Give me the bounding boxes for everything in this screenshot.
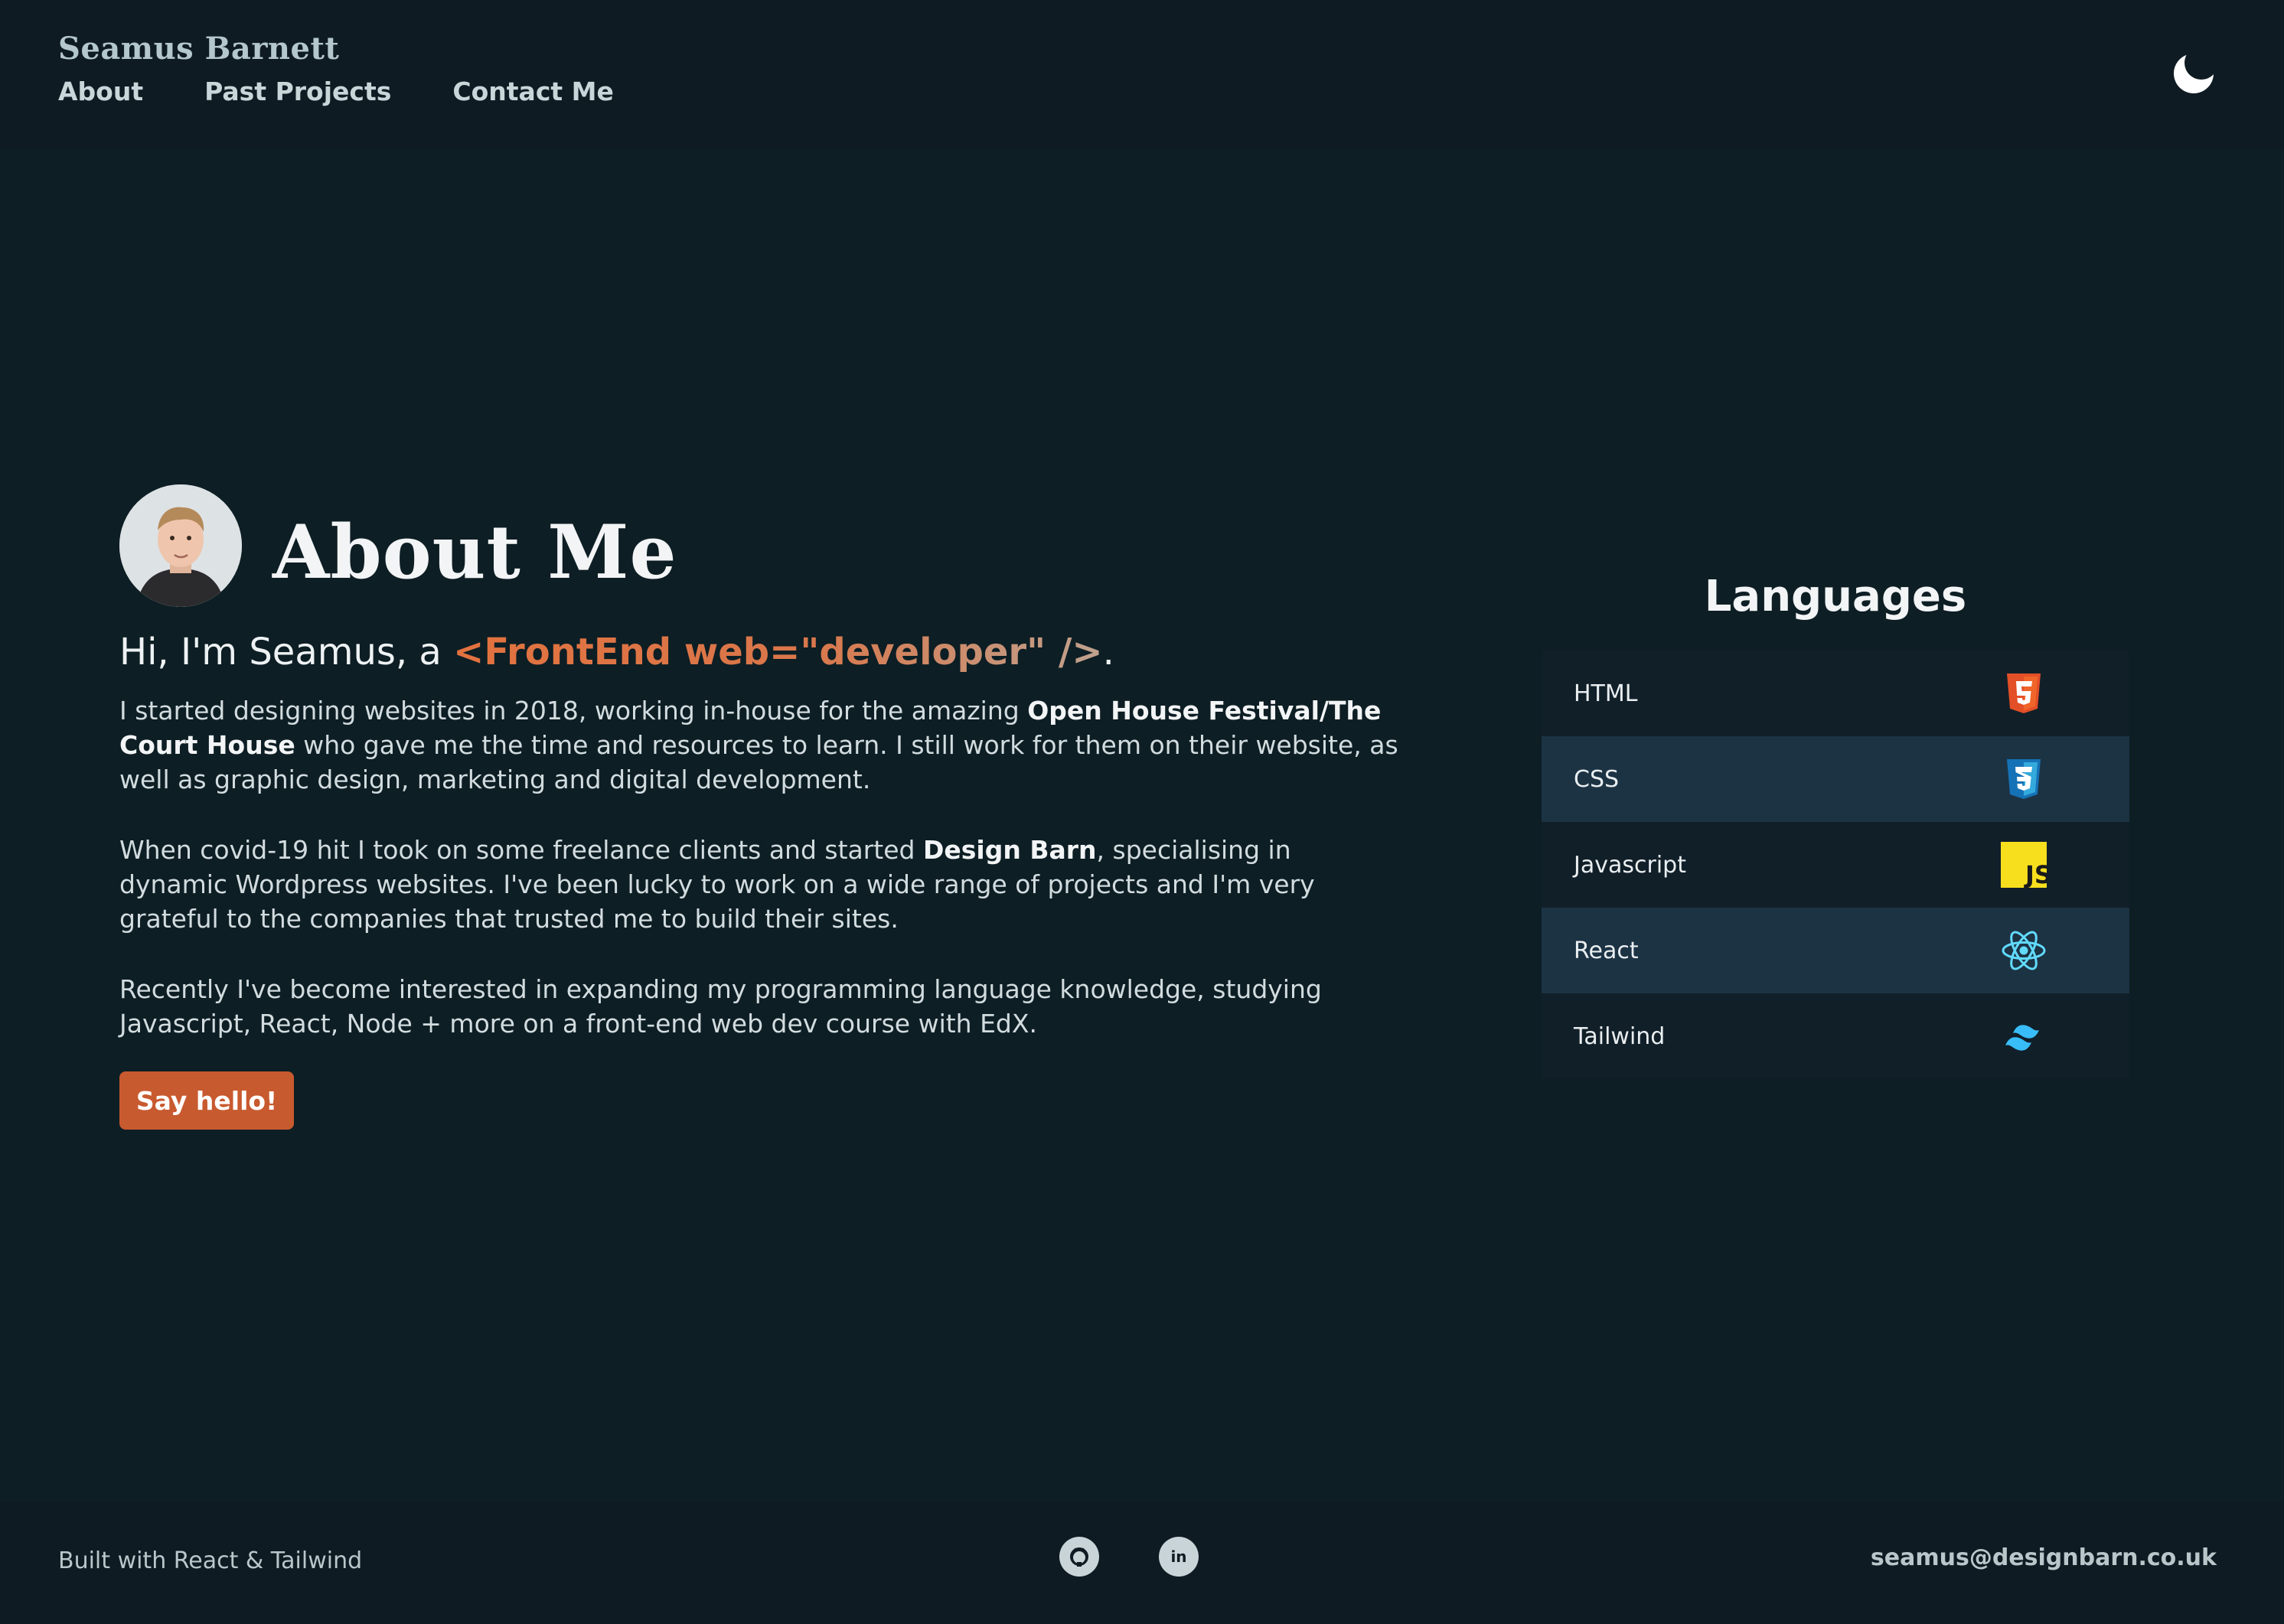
email-link[interactable]: seamus@designbarn.co.uk <box>1871 1544 2217 1571</box>
page-title: About Me <box>272 509 677 595</box>
bio-paragraph-3: Recently I've become interested in expan… <box>119 974 1322 1039</box>
site-header: Seamus Barnett About Past Projects Conta… <box>0 0 2284 150</box>
language-row-javascript: Javascript JS <box>1542 822 2129 908</box>
language-name: Javascript <box>1574 851 1686 879</box>
github-icon <box>1070 1547 1088 1567</box>
theme-toggle-button[interactable] <box>2171 49 2217 95</box>
intro-prefix: Hi, I'm Seamus, a <box>119 631 454 673</box>
main-nav: About Past Projects Contact Me <box>58 77 614 106</box>
language-row-react: React <box>1542 908 2129 993</box>
bio-2-part-1: When covid-19 hit I took on some freelan… <box>119 835 923 865</box>
language-row-css: CSS <box>1542 736 2129 822</box>
languages-list: HTML CSS Javascript JS React Tailwind <box>1542 651 2129 1079</box>
intro-suffix: . <box>1102 631 1114 673</box>
bio-paragraph-1: I started designing websites in 2018, wo… <box>119 693 1405 797</box>
html5-icon <box>2007 673 2041 713</box>
languages-title: Languages <box>1704 572 1967 621</box>
avatar <box>119 484 242 607</box>
css3-icon <box>2007 759 2041 799</box>
built-with-text: Built with React & Tailwind <box>58 1547 363 1574</box>
intro-code-snippet: <FrontEnd web="developer" /> <box>453 631 1103 673</box>
language-name: Tailwind <box>1574 1022 1666 1050</box>
intro-heading: Hi, I'm Seamus, a <FrontEnd web="develop… <box>119 628 1114 677</box>
linkedin-link[interactable]: in <box>1159 1537 1199 1577</box>
github-link[interactable] <box>1059 1537 1099 1577</box>
site-footer: Built with React & Tailwind in seamus@de… <box>0 1502 2284 1624</box>
moon-icon <box>2174 54 2214 93</box>
language-name: HTML <box>1574 680 1638 707</box>
language-name: CSS <box>1574 765 1620 793</box>
avatar-portrait-icon <box>119 484 242 607</box>
tailwind-icon <box>2005 1025 2039 1051</box>
language-name: React <box>1574 937 1639 964</box>
language-row-tailwind: Tailwind <box>1542 993 2129 1079</box>
linkedin-icon: in <box>1170 1547 1186 1566</box>
bio-1-part-2: who gave me the time and resources to le… <box>119 730 1398 794</box>
nav-link-past-projects[interactable]: Past Projects <box>204 77 391 106</box>
react-icon <box>2002 931 2046 970</box>
nav-link-about[interactable]: About <box>58 77 143 106</box>
bio-2-highlight: Design Barn <box>923 835 1097 865</box>
bio-1-part-1: I started designing websites in 2018, wo… <box>119 696 1028 726</box>
nav-link-contact[interactable]: Contact Me <box>452 77 613 106</box>
site-brand[interactable]: Seamus Barnett <box>58 31 339 67</box>
bio-paragraph-2: When covid-19 hit I took on some freelan… <box>119 833 1405 936</box>
svg-text:JS: JS <box>2024 860 2047 888</box>
javascript-icon: JS <box>2001 842 2047 888</box>
say-hello-button[interactable]: Say hello! <box>119 1071 294 1130</box>
language-row-html: HTML <box>1542 651 2129 736</box>
linkedin-glyph: in <box>1170 1547 1186 1566</box>
